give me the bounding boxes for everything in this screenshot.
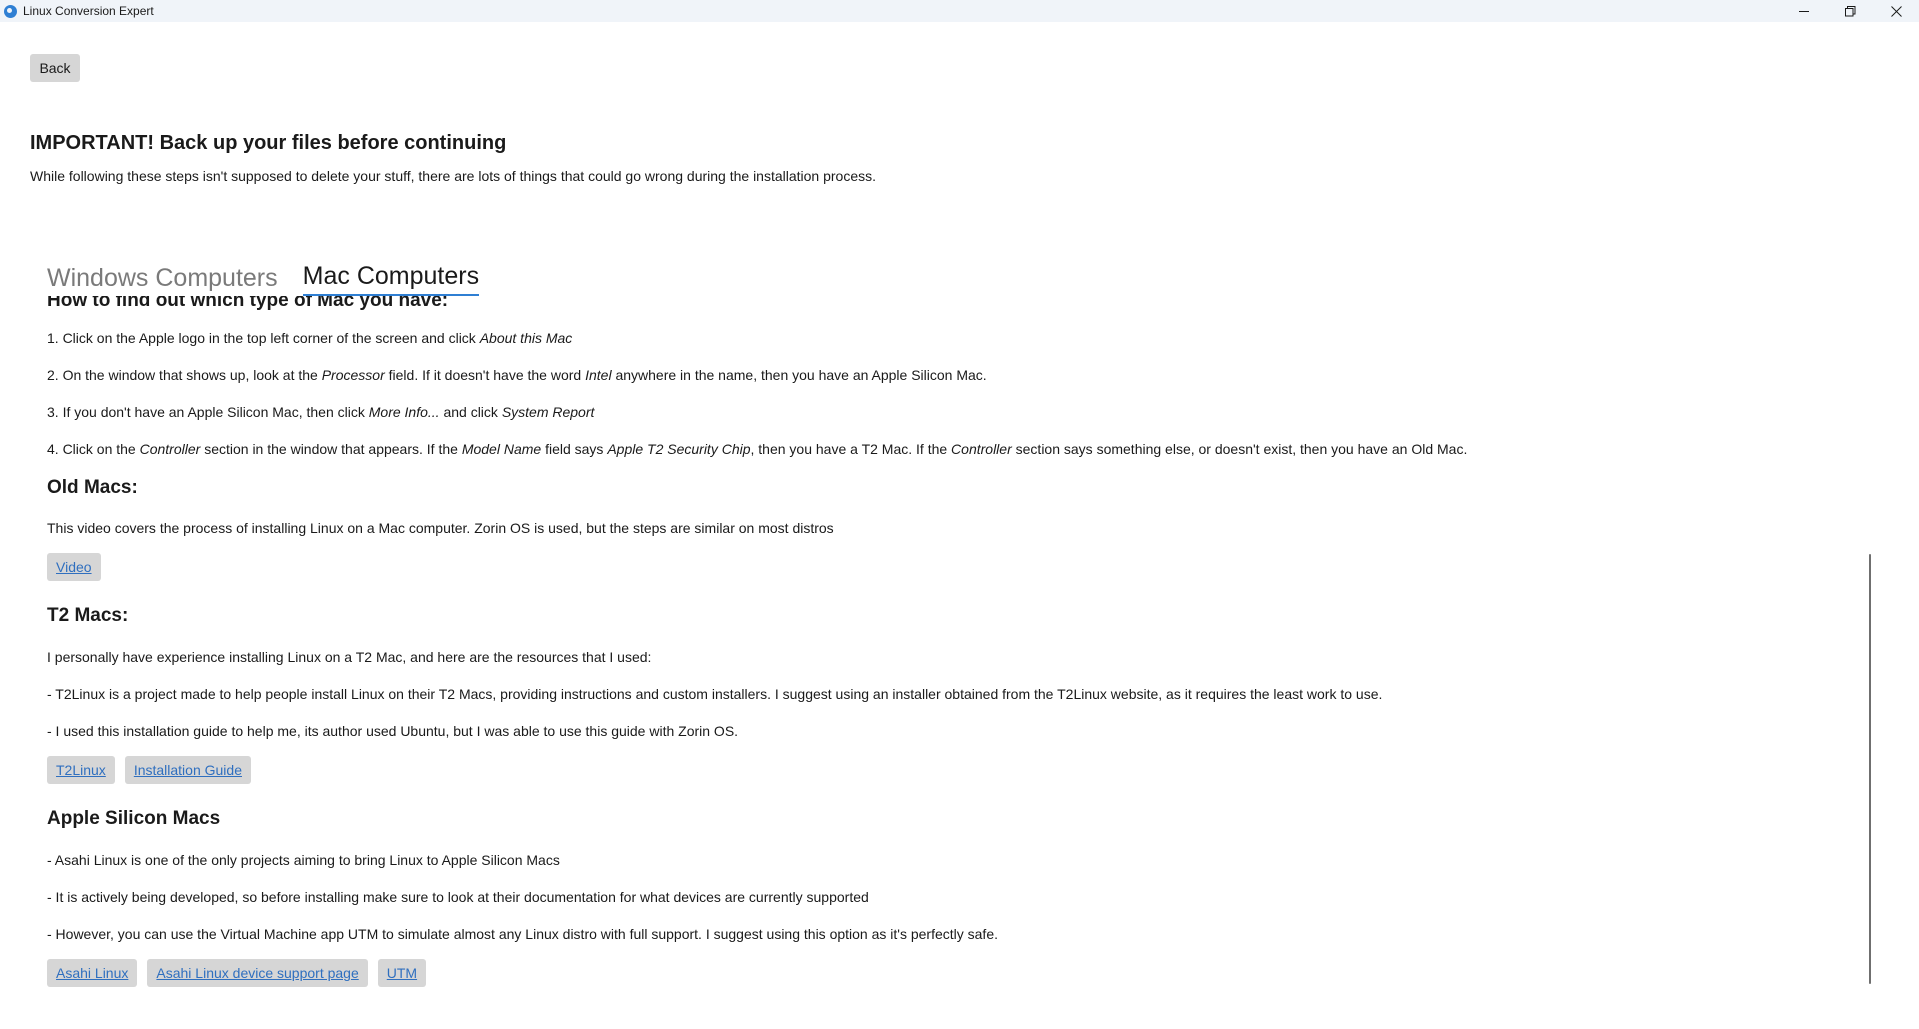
step-4-emphasis: Controller (139, 441, 201, 457)
tab-mac-computers[interactable]: Mac Computers (302, 262, 480, 296)
restore-icon (1844, 5, 1855, 16)
t2-text-t2linux: - T2Linux is a project made to help peop… (47, 686, 1383, 702)
step-2-part: field. If it doesn't have the word (384, 367, 586, 383)
old-macs-links: Video (47, 553, 101, 581)
minimize-icon (1798, 10, 1809, 12)
warning-title: IMPORTANT! Back up your files before con… (30, 132, 507, 154)
step-3-part: and click (439, 404, 502, 420)
t2-text-guide: - I used this installation guide to help… (47, 723, 739, 739)
os-tabs: Windows Computers Mac Computers (47, 258, 504, 296)
step-4-part: field says (541, 441, 608, 457)
find-type-heading: How to find out which type of Mac you ha… (47, 296, 449, 311)
apple-silicon-heading: Apple Silicon Macs (47, 808, 221, 829)
window-title: Linux Conversion Expert (23, 4, 154, 18)
apple-silicon-text-utm: - However, you can use the Virtual Machi… (47, 926, 998, 942)
step-1-emphasis: About this Mac (479, 330, 573, 346)
apple-silicon-text-asahi: - Asahi Linux is one of the only project… (47, 852, 560, 868)
installation-guide-link-button[interactable]: Installation Guide (124, 756, 251, 784)
step-4-emphasis: Controller (951, 441, 1012, 457)
step-1-part: 1. Click on the Apple logo in the top le… (47, 330, 480, 346)
step-2-text: 2. On the window that shows up, look at … (47, 367, 987, 383)
t2-text-intro: I personally have experience installing … (47, 649, 652, 665)
step-2-part: 2. On the window that shows up, look at … (47, 367, 322, 383)
app-logo-icon (4, 4, 17, 18)
old-macs-heading: Old Macs: (47, 477, 138, 498)
step-2-emphasis: Processor (321, 367, 385, 383)
close-button[interactable] (1873, 0, 1919, 22)
step-4-part: section in the window that appears. If t… (200, 441, 462, 457)
t2linux-link-button[interactable]: T2Linux (47, 756, 115, 784)
mac-content-panel: How to find out which type of Mac you ha… (0, 296, 1919, 1029)
video-link-button[interactable]: Video (47, 553, 101, 581)
step-2-emphasis: Intel (585, 367, 612, 383)
window-controls (1781, 0, 1919, 22)
step-3-text: 3. If you don't have an Apple Silicon Ma… (47, 404, 594, 420)
step-4-text: 4. Click on the Controller section in th… (47, 441, 1467, 457)
step-2-part: anywhere in the name, then you have an A… (611, 367, 987, 383)
close-icon (1890, 5, 1902, 17)
tab-windows-computers[interactable]: Windows Computers (47, 264, 278, 296)
minimize-button[interactable] (1781, 0, 1827, 22)
asahi-device-support-link-button[interactable]: Asahi Linux device support page (147, 959, 368, 987)
old-macs-text: This video covers the process of install… (47, 520, 834, 536)
apple-silicon-links: Asahi Linux Asahi Linux device support p… (47, 959, 427, 987)
step-4-part: section says something else, or doesn't … (1011, 441, 1468, 457)
step-4-part: , then you have a T2 Mac. If the (750, 441, 952, 457)
title-bar: Linux Conversion Expert (0, 0, 1919, 22)
step-3-emphasis: More Info... (368, 404, 440, 420)
t2-macs-heading: T2 Macs: (47, 605, 129, 626)
apple-silicon-text-docs: - It is actively being developed, so bef… (47, 889, 869, 905)
content-scrollbar[interactable] (1869, 554, 1871, 984)
step-4-emphasis: Model Name (461, 441, 542, 457)
step-1-text: 1. Click on the Apple logo in the top le… (47, 330, 572, 346)
t2-macs-links: T2Linux Installation Guide (47, 756, 251, 784)
step-3-emphasis: System Report (501, 404, 595, 420)
step-4-part: 4. Click on the (47, 441, 140, 457)
utm-link-button[interactable]: UTM (377, 959, 427, 987)
warning-text: While following these steps isn't suppos… (30, 168, 877, 184)
asahi-linux-link-button[interactable]: Asahi Linux (47, 959, 138, 987)
back-button[interactable]: Back (30, 54, 80, 82)
step-4-emphasis: Apple T2 Security Chip (607, 441, 751, 457)
step-3-part: 3. If you don't have an Apple Silicon Ma… (47, 404, 369, 420)
maximize-button[interactable] (1827, 0, 1873, 22)
